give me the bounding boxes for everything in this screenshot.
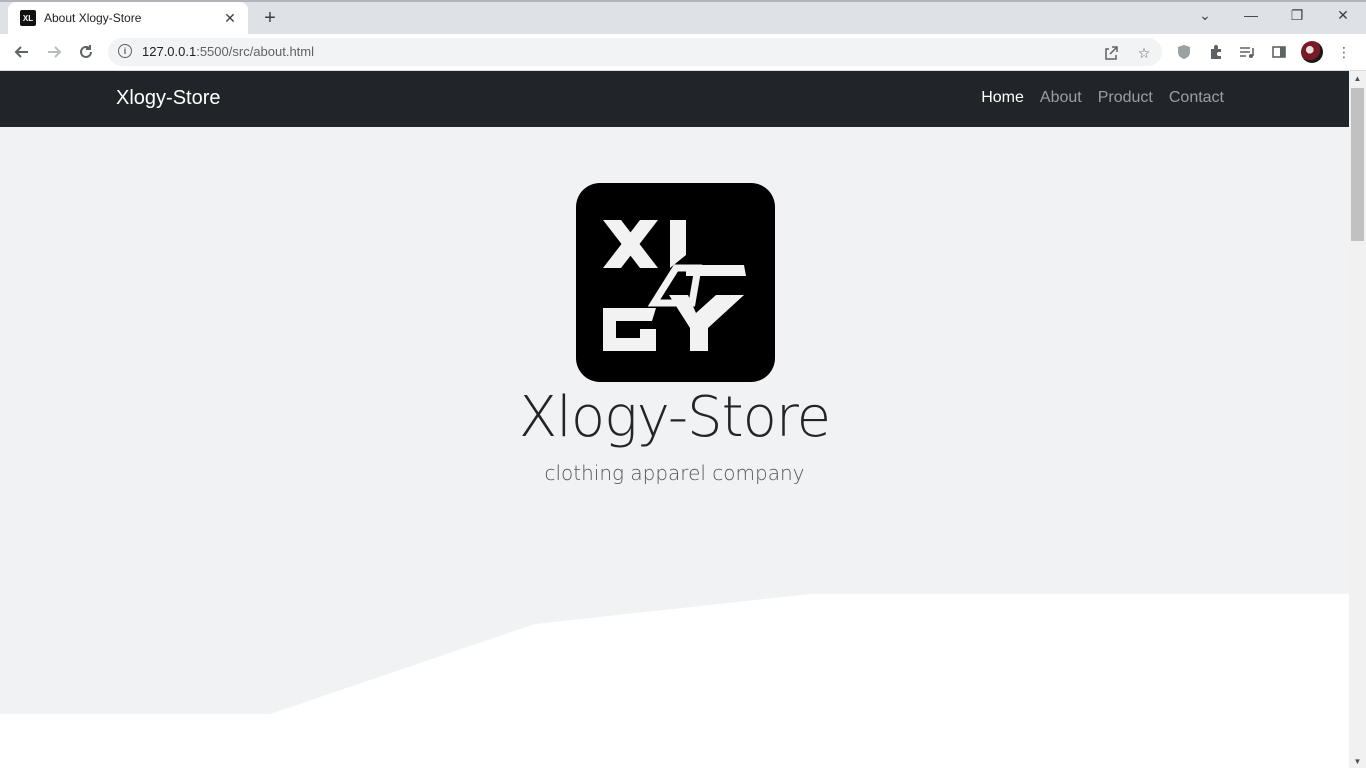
navbar-links: Home About Product Contact	[981, 89, 1224, 107]
media-queue-icon[interactable]	[1237, 42, 1257, 62]
profile-avatar[interactable]	[1301, 41, 1323, 63]
tab-title: About Xlogy-Store	[44, 11, 142, 25]
nav-link-home[interactable]: Home	[981, 89, 1024, 107]
back-button[interactable]	[10, 40, 34, 64]
store-logo	[576, 183, 775, 382]
nav-link-about[interactable]: About	[1040, 89, 1082, 107]
address-bar[interactable]: i 127.0.0.1:5500/src/about.html ☆	[108, 38, 1162, 66]
new-tab-button[interactable]: +	[258, 6, 282, 30]
site-info-icon[interactable]: i	[118, 44, 132, 58]
browser-tab-active[interactable]: XL About Xlogy-Store ✕	[8, 2, 248, 34]
puzzle-icon[interactable]	[1206, 42, 1226, 62]
restore-button[interactable]: ❐	[1274, 0, 1320, 30]
shield-extension-icon[interactable]	[1174, 42, 1194, 62]
scroll-down-icon[interactable]: ▼	[1349, 754, 1366, 768]
hero-title: Xlogy-Store	[518, 385, 831, 450]
xlogy-logo-icon	[603, 220, 746, 351]
tab-close-icon[interactable]: ✕	[222, 10, 238, 26]
arrow-right-icon	[48, 46, 62, 58]
scrollbar-thumb[interactable]	[1351, 88, 1364, 241]
share-icon[interactable]	[1102, 44, 1120, 62]
browser-toolbar: i 127.0.0.1:5500/src/about.html ☆ ⋮	[0, 34, 1366, 71]
scroll-up-icon[interactable]: ▲	[1349, 71, 1366, 85]
navbar-brand[interactable]: Xlogy-Store	[116, 87, 221, 110]
star-icon[interactable]: ☆	[1135, 44, 1153, 62]
side-panel-icon[interactable]	[1269, 42, 1289, 62]
reload-button[interactable]	[74, 40, 98, 64]
minimize-button[interactable]: —	[1228, 0, 1274, 30]
address-url[interactable]: 127.0.0.1:5500/src/about.html	[142, 44, 314, 59]
forward-button[interactable]	[42, 40, 66, 64]
web-page: Xlogy-Store Home About Product Contact X…	[0, 71, 1349, 768]
site-navbar: Xlogy-Store Home About Product Contact	[0, 71, 1349, 127]
nav-link-product[interactable]: Product	[1098, 89, 1153, 107]
nav-link-contact[interactable]: Contact	[1169, 89, 1224, 107]
arrow-left-icon	[14, 46, 28, 58]
close-window-button[interactable]: ✕	[1320, 0, 1366, 30]
reload-icon	[80, 45, 92, 58]
tab-search-chevron-icon[interactable]: ⌄	[1182, 0, 1228, 30]
page-scrollbar[interactable]: ▲ ▼	[1349, 71, 1366, 768]
hero-section: Xlogy-Store clothing apparel company	[0, 127, 1349, 768]
site-favicon-icon: XL	[20, 10, 36, 26]
url-host: 127.0.0.1	[142, 44, 197, 59]
kebab-menu-icon[interactable]: ⋮	[1334, 42, 1354, 62]
url-path: :5500/src/about.html	[196, 44, 315, 59]
hero-subtitle: clothing apparel company	[544, 461, 805, 485]
browser-tabstrip: XL About Xlogy-Store ✕ + ⌄ — ❐ ✕	[0, 0, 1366, 34]
